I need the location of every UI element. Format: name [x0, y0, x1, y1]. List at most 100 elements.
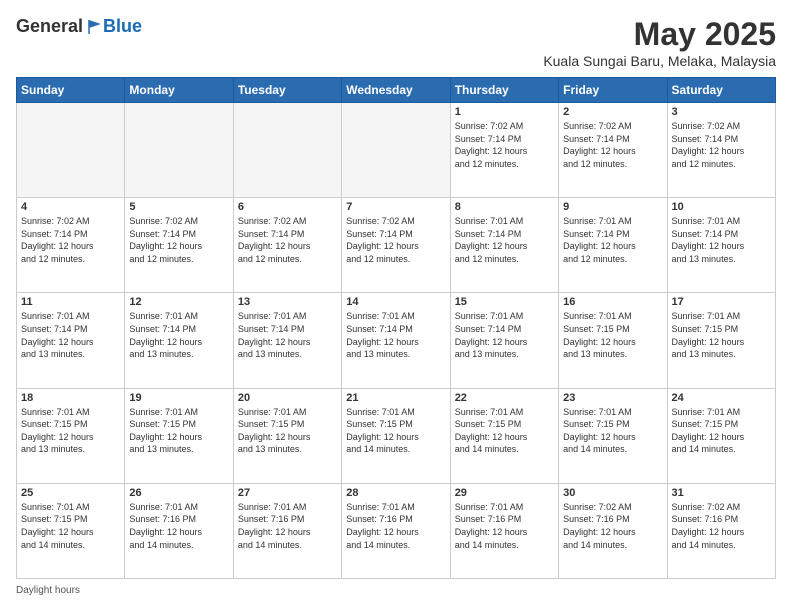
- day-info: Sunrise: 7:01 AM Sunset: 7:14 PM Dayligh…: [455, 215, 554, 265]
- day-number: 13: [238, 296, 337, 308]
- table-row: 17 Sunrise: 7:01 AM Sunset: 7:15 PM Dayli…: [667, 293, 775, 388]
- day-info: Sunrise: 7:02 AM Sunset: 7:16 PM Dayligh…: [672, 501, 771, 551]
- day-info: Sunrise: 7:01 AM Sunset: 7:14 PM Dayligh…: [346, 310, 445, 360]
- table-row: 3 Sunrise: 7:02 AM Sunset: 7:14 PM Daylig…: [667, 103, 775, 198]
- day-info: Sunrise: 7:01 AM Sunset: 7:15 PM Dayligh…: [455, 406, 554, 456]
- table-row: [233, 103, 341, 198]
- day-number: 20: [238, 392, 337, 404]
- day-info: Sunrise: 7:02 AM Sunset: 7:14 PM Dayligh…: [21, 215, 120, 265]
- day-number: 28: [346, 487, 445, 499]
- table-row: [125, 103, 233, 198]
- day-number: 9: [563, 201, 662, 213]
- table-row: 29 Sunrise: 7:01 AM Sunset: 7:16 PM Dayli…: [450, 483, 558, 578]
- day-info: Sunrise: 7:01 AM Sunset: 7:16 PM Dayligh…: [238, 501, 337, 551]
- day-info: Sunrise: 7:02 AM Sunset: 7:16 PM Dayligh…: [563, 501, 662, 551]
- table-row: 18Sunrise: 7:01 AM Sunset: 7:15 PM Dayli…: [17, 388, 125, 483]
- location-subtitle: Kuala Sungai Baru, Melaka, Malaysia: [543, 53, 776, 69]
- day-number: 18: [21, 392, 120, 404]
- col-sunday: Sunday: [17, 78, 125, 103]
- logo-general-text: General: [16, 16, 83, 37]
- day-info: Sunrise: 7:01 AM Sunset: 7:14 PM Dayligh…: [563, 215, 662, 265]
- table-row: 10 Sunrise: 7:01 AM Sunset: 7:14 PM Dayli…: [667, 198, 775, 293]
- day-number: 19: [129, 392, 228, 404]
- table-row: 6 Sunrise: 7:02 AM Sunset: 7:14 PM Daylig…: [233, 198, 341, 293]
- day-number: 2: [563, 106, 662, 118]
- table-row: 30 Sunrise: 7:02 AM Sunset: 7:16 PM Dayli…: [559, 483, 667, 578]
- day-info: Sunrise: 7:02 AM Sunset: 7:14 PM Dayligh…: [563, 120, 662, 170]
- day-number: 1: [455, 106, 554, 118]
- logo-flag-icon: [85, 18, 103, 36]
- table-row: 27 Sunrise: 7:01 AM Sunset: 7:16 PM Dayli…: [233, 483, 341, 578]
- table-row: 22 Sunrise: 7:01 AM Sunset: 7:15 PM Dayli…: [450, 388, 558, 483]
- day-number: 30: [563, 487, 662, 499]
- day-number: 21: [346, 392, 445, 404]
- day-number: 31: [672, 487, 771, 499]
- col-tuesday: Tuesday: [233, 78, 341, 103]
- day-info: Sunrise: 7:02 AM Sunset: 7:14 PM Dayligh…: [129, 215, 228, 265]
- day-number: 23: [563, 392, 662, 404]
- day-number: 22: [455, 392, 554, 404]
- day-number: 3: [672, 106, 771, 118]
- day-number: 10: [672, 201, 771, 213]
- table-row: 21 Sunrise: 7:01 AM Sunset: 7:15 PM Dayli…: [342, 388, 450, 483]
- day-number: 14: [346, 296, 445, 308]
- table-row: 26 Sunrise: 7:01 AM Sunset: 7:16 PM Dayli…: [125, 483, 233, 578]
- day-info: Sunrise: 7:01 AM Sunset: 7:15 PM Dayligh…: [238, 406, 337, 456]
- table-row: 9 Sunrise: 7:01 AM Sunset: 7:14 PM Daylig…: [559, 198, 667, 293]
- day-info: Sunrise: 7:01 AM Sunset: 7:15 PM Dayligh…: [672, 310, 771, 360]
- table-row: 7Sunrise: 7:02 AM Sunset: 7:14 PM Daylig…: [342, 198, 450, 293]
- day-info: Sunrise: 7:01 AM Sunset: 7:15 PM Dayligh…: [563, 310, 662, 360]
- day-info: Sunrise: 7:01 AM Sunset: 7:14 PM Dayligh…: [455, 310, 554, 360]
- day-number: 4: [21, 201, 120, 213]
- day-number: 6: [238, 201, 337, 213]
- day-info: Sunrise: 7:01 AM Sunset: 7:16 PM Dayligh…: [455, 501, 554, 551]
- day-info: Sunrise: 7:01 AM Sunset: 7:14 PM Dayligh…: [21, 310, 120, 360]
- title-section: May 2025 Kuala Sungai Baru, Melaka, Mala…: [543, 16, 776, 69]
- table-row: 4 Sunrise: 7:02 AM Sunset: 7:14 PM Daylig…: [17, 198, 125, 293]
- day-info: Sunrise: 7:02 AM Sunset: 7:14 PM Dayligh…: [346, 215, 445, 265]
- day-number: 26: [129, 487, 228, 499]
- day-info: Sunrise: 7:01 AM Sunset: 7:15 PM Dayligh…: [346, 406, 445, 456]
- footer-note: Daylight hours: [16, 585, 776, 596]
- table-row: 25 Sunrise: 7:01 AM Sunset: 7:15 PM Dayli…: [17, 483, 125, 578]
- table-row: 14 Sunrise: 7:01 AM Sunset: 7:14 PM Dayli…: [342, 293, 450, 388]
- table-row: [17, 103, 125, 198]
- table-row: [342, 103, 450, 198]
- calendar-week-3: 11 Sunrise: 7:01 AM Sunset: 7:14 PM Dayli…: [17, 293, 776, 388]
- day-info: Sunrise: 7:02 AM Sunset: 7:14 PM Dayligh…: [672, 120, 771, 170]
- page: General Blue May 2025 Kuala Sungai Baru,…: [0, 0, 792, 612]
- header: General Blue May 2025 Kuala Sungai Baru,…: [16, 16, 776, 69]
- day-number: 12: [129, 296, 228, 308]
- table-row: 19Sunrise: 7:01 AM Sunset: 7:15 PM Dayli…: [125, 388, 233, 483]
- day-number: 29: [455, 487, 554, 499]
- table-row: 11 Sunrise: 7:01 AM Sunset: 7:14 PM Dayli…: [17, 293, 125, 388]
- table-row: 12 Sunrise: 7:01 AM Sunset: 7:14 PM Dayli…: [125, 293, 233, 388]
- col-wednesday: Wednesday: [342, 78, 450, 103]
- day-info: Sunrise: 7:01 AM Sunset: 7:14 PM Dayligh…: [672, 215, 771, 265]
- day-number: 17: [672, 296, 771, 308]
- table-row: 24Sunrise: 7:01 AM Sunset: 7:15 PM Dayli…: [667, 388, 775, 483]
- day-info: Sunrise: 7:01 AM Sunset: 7:14 PM Dayligh…: [238, 310, 337, 360]
- day-number: 25: [21, 487, 120, 499]
- month-title: May 2025: [543, 16, 776, 53]
- day-info: Sunrise: 7:01 AM Sunset: 7:16 PM Dayligh…: [346, 501, 445, 551]
- day-info: Sunrise: 7:01 AM Sunset: 7:16 PM Dayligh…: [129, 501, 228, 551]
- calendar-week-5: 25 Sunrise: 7:01 AM Sunset: 7:15 PM Dayli…: [17, 483, 776, 578]
- day-info: Sunrise: 7:01 AM Sunset: 7:15 PM Dayligh…: [21, 501, 120, 551]
- day-number: 27: [238, 487, 337, 499]
- calendar-header-row: Sunday Monday Tuesday Wednesday Thursday…: [17, 78, 776, 103]
- day-info: Sunrise: 7:02 AM Sunset: 7:14 PM Dayligh…: [455, 120, 554, 170]
- day-number: 8: [455, 201, 554, 213]
- day-info: Sunrise: 7:01 AM Sunset: 7:14 PM Dayligh…: [129, 310, 228, 360]
- day-info: Sunrise: 7:02 AM Sunset: 7:14 PM Dayligh…: [238, 215, 337, 265]
- table-row: 8 Sunrise: 7:01 AM Sunset: 7:14 PM Daylig…: [450, 198, 558, 293]
- table-row: 1 Sunrise: 7:02 AM Sunset: 7:14 PM Daylig…: [450, 103, 558, 198]
- day-number: 15: [455, 296, 554, 308]
- day-number: 11: [21, 296, 120, 308]
- day-number: 5: [129, 201, 228, 213]
- logo: General Blue: [16, 16, 142, 37]
- day-info: Sunrise: 7:01 AM Sunset: 7:15 PM Dayligh…: [563, 406, 662, 456]
- table-row: 2 Sunrise: 7:02 AM Sunset: 7:14 PM Daylig…: [559, 103, 667, 198]
- table-row: 23 Sunrise: 7:01 AM Sunset: 7:15 PM Dayli…: [559, 388, 667, 483]
- daylight-hours-label: Daylight hours: [16, 585, 80, 596]
